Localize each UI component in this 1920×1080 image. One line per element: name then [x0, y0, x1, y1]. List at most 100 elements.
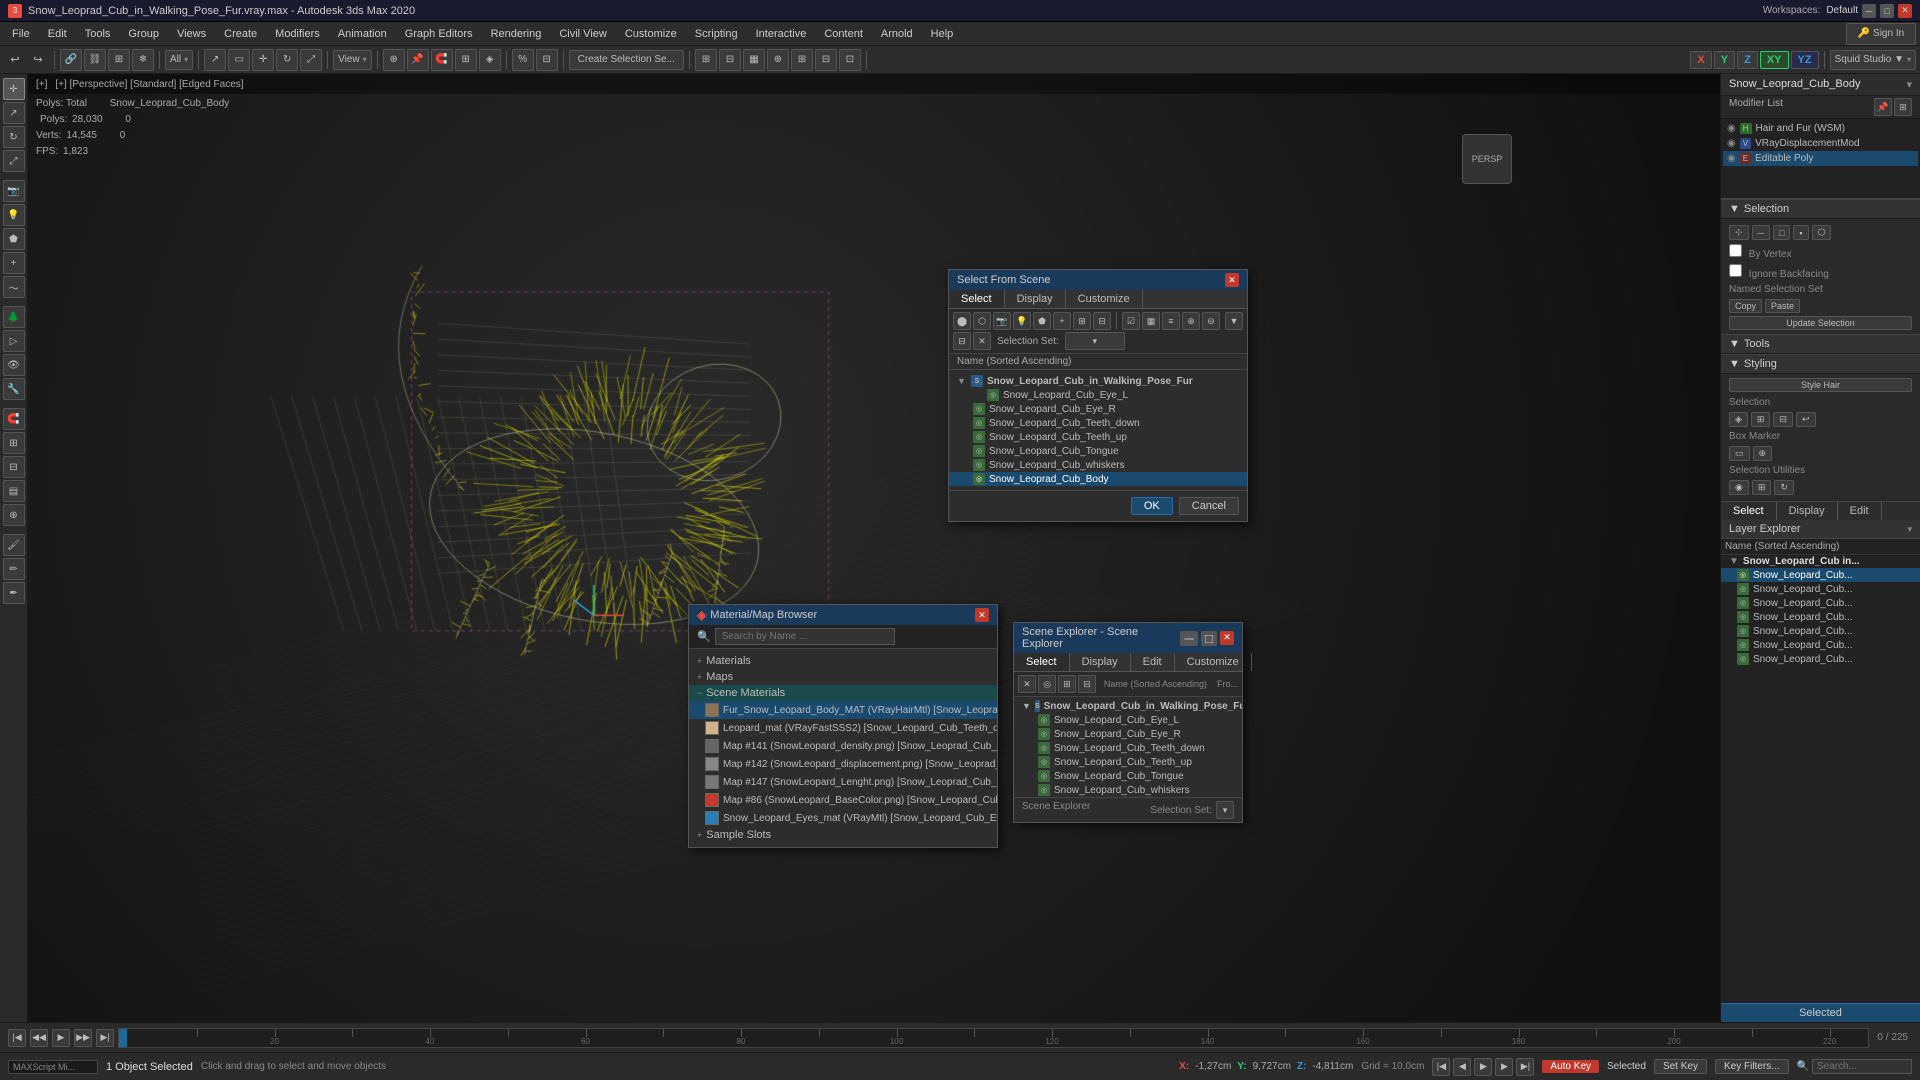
filter-dropdown[interactable]: All ▾: [165, 50, 193, 70]
tree-whiskers[interactable]: ◎ Snow_Leopard_Cub_whiskers: [949, 458, 1247, 472]
se-selset-btn[interactable]: ▾: [1216, 801, 1234, 819]
mat-item-6[interactable]: Snow_Leopard_Eyes_mat (VRayMtl) [Snow_Le…: [689, 809, 997, 827]
border-btn[interactable]: □: [1773, 225, 1790, 240]
menu-modifiers[interactable]: Modifiers: [267, 26, 328, 42]
next-frame-btn[interactable]: ▶|: [96, 1029, 114, 1047]
menu-file[interactable]: File: [4, 26, 38, 42]
tab-select[interactable]: Select: [949, 290, 1005, 308]
mod-entry-vray[interactable]: ◉ V VRayDisplacementMod: [1723, 136, 1918, 151]
mat-section-samples[interactable]: + Sample Slots: [689, 827, 997, 843]
st2-root[interactable]: ▼ Snow_Leopard_Cub in...: [1721, 555, 1920, 568]
key-filters-btn[interactable]: Key Filters...: [1715, 1059, 1789, 1074]
menu-group[interactable]: Group: [120, 26, 167, 42]
rtab-display[interactable]: Display: [1777, 502, 1838, 520]
sidebar-clone-icon[interactable]: ⊕: [3, 504, 25, 526]
tree-teeth-up[interactable]: ◎ Snow_Leopard_Cub_Teeth_up: [949, 430, 1247, 444]
select-btn[interactable]: ↗: [204, 49, 226, 71]
rotate-btn[interactable]: ↻: [276, 49, 298, 71]
dt-btn-13[interactable]: ⊖: [1202, 312, 1220, 330]
dialog-close-button[interactable]: ✕: [1225, 273, 1239, 287]
close-button[interactable]: ✕: [1898, 4, 1912, 18]
se-tab-select[interactable]: Select: [1014, 653, 1070, 671]
tab-display[interactable]: Display: [1005, 290, 1066, 308]
axis-y-btn[interactable]: Y: [1714, 51, 1735, 69]
elem-btn[interactable]: ⬡: [1812, 225, 1832, 240]
scale-btn[interactable]: ⤢: [300, 49, 322, 71]
sidebar-rotate-icon[interactable]: ↻: [3, 126, 25, 148]
se-teeth-u[interactable]: ◎ Snow_Leopard_Cub_Teeth_up: [1014, 755, 1242, 769]
menu-graph-editors[interactable]: Graph Editors: [397, 26, 481, 42]
toolbar-btn-2[interactable]: ⊟: [719, 49, 741, 71]
dt-btn-9[interactable]: ☑: [1122, 312, 1140, 330]
se-tab-customize[interactable]: Customize: [1175, 653, 1252, 671]
status-search-input[interactable]: [1812, 1059, 1912, 1074]
axis-xy-btn[interactable]: XY: [1760, 51, 1789, 69]
style-sel-btn-1[interactable]: ◈: [1729, 412, 1748, 427]
unfreeze-button[interactable]: ❄: [132, 49, 154, 71]
menu-arnold[interactable]: Arnold: [873, 26, 921, 42]
mat-item-3[interactable]: Map #142 (SnowLeopard_displacement.png) …: [689, 755, 997, 773]
mat-search-input[interactable]: [715, 628, 895, 645]
set-key-btn[interactable]: Set Key: [1654, 1059, 1707, 1074]
mod-entry-hair[interactable]: ◉ H Hair and Fur (WSM): [1723, 121, 1918, 136]
workspace-dropdown[interactable]: Squid Studio ▼ ▾: [1830, 50, 1916, 70]
styling-section-title[interactable]: ▼ Styling: [1721, 354, 1920, 374]
tools-section-title[interactable]: ▼ Tools: [1721, 334, 1920, 354]
style-hair-btn[interactable]: Style Hair: [1729, 378, 1912, 392]
mod-pin-btn[interactable]: 📌: [1874, 98, 1892, 116]
mat-item-1[interactable]: Leopard_mat (VRayFastSSS2) [Snow_Leopard…: [689, 719, 997, 737]
se-eye-l[interactable]: ◎ Snow_Leopard_Cub_Eye_L: [1014, 713, 1242, 727]
se-tab-display[interactable]: Display: [1070, 653, 1131, 671]
by-vertex-check[interactable]: [1729, 244, 1742, 257]
se-teeth-d[interactable]: ◎ Snow_Leopard_Cub_Teeth_down: [1014, 741, 1242, 755]
sign-in-button[interactable]: 🔑 Sign In: [1846, 23, 1916, 45]
toolbar-btn-5[interactable]: ⊞: [791, 49, 813, 71]
snap3-btn[interactable]: ◈: [479, 49, 501, 71]
tree-root[interactable]: ▼ S Snow_Leopard_Cub_in_Walking_Pose_Fur: [949, 374, 1247, 388]
sb-next-btn[interactable]: ▶: [1495, 1058, 1513, 1076]
se-minimize-btn[interactable]: ─: [1180, 631, 1197, 646]
play-btn[interactable]: ▶: [52, 1029, 70, 1047]
sidebar-display-icon[interactable]: 👁: [3, 354, 25, 376]
mod-entry-edpoly[interactable]: ◉ E Editable Poly: [1723, 151, 1918, 166]
se-btn-1[interactable]: ✕: [1018, 675, 1036, 693]
poly-btn[interactable]: ▪: [1793, 225, 1808, 240]
cancel-button[interactable]: Cancel: [1179, 497, 1239, 515]
dt-btn-2[interactable]: ⬡: [973, 312, 991, 330]
rtab-select[interactable]: Select: [1721, 502, 1777, 520]
st2-item-6[interactable]: ◎ Snow_Leopard_Cub...: [1721, 652, 1920, 666]
mat-section-materials[interactable]: + Materials: [689, 653, 997, 669]
tree-body[interactable]: ◎ Snow_Leoprad_Cub_Body: [949, 472, 1247, 486]
prev-frame-btn[interactable]: |◀: [8, 1029, 26, 1047]
viewport-3d[interactable]: [+] [+] [Perspective] [Standard] [Edged …: [28, 74, 1720, 1022]
sidebar-paint-icon[interactable]: 🖌: [3, 534, 25, 556]
sidebar-shape-icon[interactable]: ⬟: [3, 228, 25, 250]
sb-prev-btn[interactable]: ◀: [1453, 1058, 1471, 1076]
sidebar-hierarchy-icon[interactable]: 🌲: [3, 306, 25, 328]
st2-item-5[interactable]: ◎ Snow_Leopard_Cub...: [1721, 638, 1920, 652]
timeline-scrubber[interactable]: 020406080100120140160180200220: [118, 1028, 1869, 1048]
tree-eye-r[interactable]: ◎ Snow_Leopard_Cub_Eye_R: [949, 402, 1247, 416]
mod-expand-btn[interactable]: ⊞: [1894, 98, 1912, 116]
se-close-btn[interactable]: ✕: [1220, 631, 1234, 645]
se-restore-btn[interactable]: □: [1201, 631, 1217, 646]
se-root[interactable]: ▼ S Snow_Leopard_Cub_in_Walking_Pose_Fur: [1014, 699, 1242, 713]
st2-item-0[interactable]: ◎ Snow_Leopard_Cub...: [1721, 568, 1920, 582]
menu-scripting[interactable]: Scripting: [687, 26, 746, 42]
sidebar-motion-icon[interactable]: ▷: [3, 330, 25, 352]
menu-help[interactable]: Help: [923, 26, 962, 42]
mat-item-2[interactable]: Map #141 (SnowLeopard_density.png) [Snow…: [689, 737, 997, 755]
dt-btn-14[interactable]: ▼: [1225, 312, 1243, 330]
undo-button[interactable]: ↩: [4, 49, 26, 71]
render2-btn[interactable]: ⊟: [536, 49, 558, 71]
sidebar-mirror-icon[interactable]: ⊟: [3, 456, 25, 478]
vertex-btn[interactable]: ⊹: [1729, 225, 1749, 240]
se-btn-4[interactable]: ⊟: [1078, 675, 1096, 693]
snap-btn[interactable]: 🧲: [431, 49, 453, 71]
maximize-button[interactable]: □: [1880, 4, 1894, 18]
nav-cube[interactable]: PERSP: [1462, 134, 1512, 184]
bind-button[interactable]: ⊞: [108, 49, 130, 71]
tree-tongue[interactable]: ◎ Snow_Leopard_Cub_Tongue: [949, 444, 1247, 458]
dt-btn-10[interactable]: ▦: [1142, 312, 1160, 330]
toolbar-btn-4[interactable]: ⊕: [767, 49, 789, 71]
